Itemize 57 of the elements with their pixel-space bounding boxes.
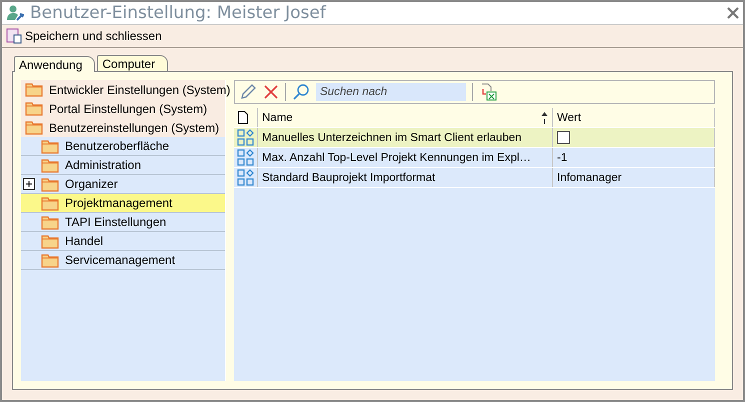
folder-icon	[41, 176, 59, 192]
folder-icon	[41, 138, 59, 154]
folder-icon	[25, 120, 43, 135]
tree-item-label: Organizer	[65, 177, 118, 191]
tree-item-label: Handel	[65, 234, 104, 248]
pencil-icon[interactable]	[239, 83, 257, 101]
document-icon	[237, 111, 249, 124]
table-row[interactable]: Manuelles Unterzeichnen im Smart Client erlauben	[234, 128, 715, 148]
user-settings-icon	[6, 4, 24, 22]
sort-icon	[541, 112, 548, 124]
tree-item[interactable]: Benutzereinstellungen (System)	[21, 118, 225, 137]
tree-item-label: Servicemanagement	[65, 253, 176, 267]
tree-item-label: Projektmanagement	[65, 196, 172, 210]
table-row[interactable]: Standard Bauprojekt Importformat Infomanager	[234, 168, 715, 188]
settings-grid-icon	[237, 149, 254, 166]
folder-icon	[41, 158, 59, 172]
folder-icon	[41, 234, 59, 248]
tree-item-label: Entwickler Einstellungen (System)	[49, 82, 230, 96]
tab[interactable]: Anwendung	[14, 56, 96, 72]
close-icon[interactable]	[727, 7, 739, 19]
tree-item-label: Portal Einstellungen (System)	[49, 102, 208, 116]
excel-export-icon[interactable]	[479, 83, 497, 101]
folder-icon	[25, 82, 43, 97]
table-cell: Standard Bauprojekt Importformat	[258, 168, 553, 187]
tree-item-label: Benutzeroberfläche	[65, 139, 170, 153]
settings-grid-icon	[237, 129, 254, 146]
column-header[interactable]: Wert	[553, 108, 715, 127]
tree-item[interactable]: Handel	[21, 232, 225, 251]
tree-item[interactable]: TAPI Einstellungen	[21, 213, 225, 232]
search-icon[interactable]	[292, 83, 310, 101]
tree-item-label: Benutzereinstellungen (System)	[49, 120, 220, 134]
save-and-close-button[interactable]: Speichern und schliessen	[6, 28, 162, 44]
column-header[interactable]: Name	[258, 108, 553, 127]
table-cell: Infomanager	[553, 168, 715, 187]
table-row[interactable]: Max. Anzahl Top-Level Projekt Kennungen im Expl… -1	[234, 148, 715, 168]
save-icon	[6, 28, 22, 44]
tab[interactable]: Computer	[97, 55, 168, 71]
expand-icon[interactable]	[23, 178, 35, 190]
settings-grid-icon	[237, 169, 254, 186]
checkbox[interactable]	[557, 131, 570, 144]
window-title: Benutzer-Einstellung: Meister Josef	[30, 3, 328, 23]
tree-item[interactable]: Benutzeroberfläche	[21, 137, 225, 156]
tree-item[interactable]: Administration	[21, 156, 225, 175]
table-cell: Max. Anzahl Top-Level Projekt Kennungen im Expl…	[258, 148, 553, 167]
tree-item[interactable]: Servicemanagement	[21, 251, 225, 270]
tree-item-label: TAPI Einstellungen	[65, 215, 166, 229]
folder-icon	[41, 252, 59, 268]
table-cell: -1	[553, 148, 715, 167]
folder-icon	[41, 196, 59, 210]
delete-icon[interactable]	[263, 84, 279, 100]
table-cell: Manuelles Unterzeichnen im Smart Client erlauben	[258, 128, 553, 147]
tree-item[interactable]: Portal Einstellungen (System)	[21, 99, 225, 118]
tree-item[interactable]: Projektmanagement	[21, 194, 225, 213]
folder-icon	[25, 101, 43, 116]
search-field[interactable]: Suchen nach	[316, 83, 466, 101]
tree-item-label: Administration	[65, 158, 142, 172]
folder-icon	[41, 214, 59, 230]
